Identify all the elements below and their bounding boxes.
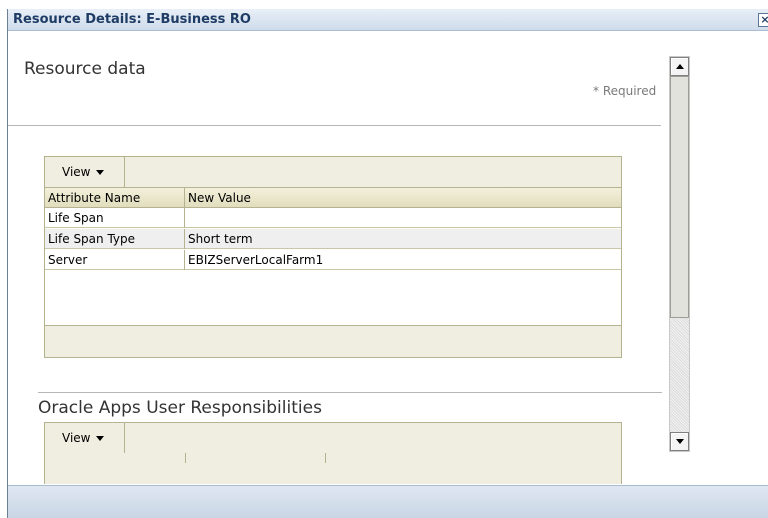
- table-toolbar: View: [45, 157, 621, 187]
- table-row[interactable]: Life Span Type Short term: [45, 229, 621, 249]
- dialog-title: Resource Details: E-Business RO: [13, 12, 251, 27]
- arrow-up-icon: [676, 64, 684, 69]
- resource-attributes-table: View Attribute Name New Value Life Span …: [44, 156, 622, 358]
- attribute-name-cell: Life Span Type: [45, 229, 185, 249]
- view-menu-button[interactable]: View: [45, 157, 125, 187]
- vertical-scrollbar[interactable]: [669, 56, 690, 452]
- table-row[interactable]: Server EBIZServerLocalFarm1: [45, 250, 621, 270]
- view-menu-label: View: [62, 165, 91, 179]
- table-toolbar: View: [45, 423, 621, 453]
- required-note: * Required: [593, 84, 657, 98]
- responsibilities-table: View: [44, 422, 622, 484]
- resource-details-dialog: Resource Details: E-Business RO × Resour…: [7, 9, 768, 518]
- table-footer: [45, 325, 621, 357]
- scroll-down-button[interactable]: [670, 432, 689, 451]
- dialog-titlebar[interactable]: Resource Details: E-Business RO ×: [8, 9, 768, 31]
- chevron-down-icon: [96, 170, 104, 175]
- arrow-down-icon: [676, 439, 684, 444]
- responsibilities-heading: Oracle Apps User Responsibilities: [38, 398, 322, 418]
- chevron-down-icon: [96, 436, 104, 441]
- divider: [38, 392, 662, 393]
- close-icon[interactable]: ×: [758, 13, 768, 27]
- dialog-footer: [8, 485, 768, 518]
- view-menu-button[interactable]: View: [45, 423, 125, 453]
- view-menu-label: View: [62, 431, 91, 445]
- column-divider: [185, 453, 186, 463]
- attributes-grid: Attribute Name New Value Life Span Life …: [45, 187, 621, 325]
- resource-data-heading: Resource data: [24, 59, 146, 79]
- table-header-row: Attribute Name New Value: [45, 188, 621, 208]
- column-header-attribute-name[interactable]: Attribute Name: [45, 188, 185, 208]
- new-value-cell[interactable]: [185, 208, 621, 228]
- attribute-name-cell: Server: [45, 250, 185, 270]
- table-row[interactable]: Life Span: [45, 208, 621, 228]
- column-header-new-value[interactable]: New Value: [185, 188, 621, 208]
- attribute-name-cell: Life Span: [45, 208, 185, 228]
- dialog-content: Resource data * Required View Attribute …: [8, 32, 768, 484]
- scroll-up-button[interactable]: [670, 57, 689, 76]
- scrollbar-thumb[interactable]: [670, 76, 689, 318]
- new-value-cell[interactable]: Short term: [185, 229, 621, 249]
- new-value-cell[interactable]: EBIZServerLocalFarm1: [185, 250, 621, 270]
- column-divider: [325, 453, 326, 463]
- divider: [8, 125, 661, 126]
